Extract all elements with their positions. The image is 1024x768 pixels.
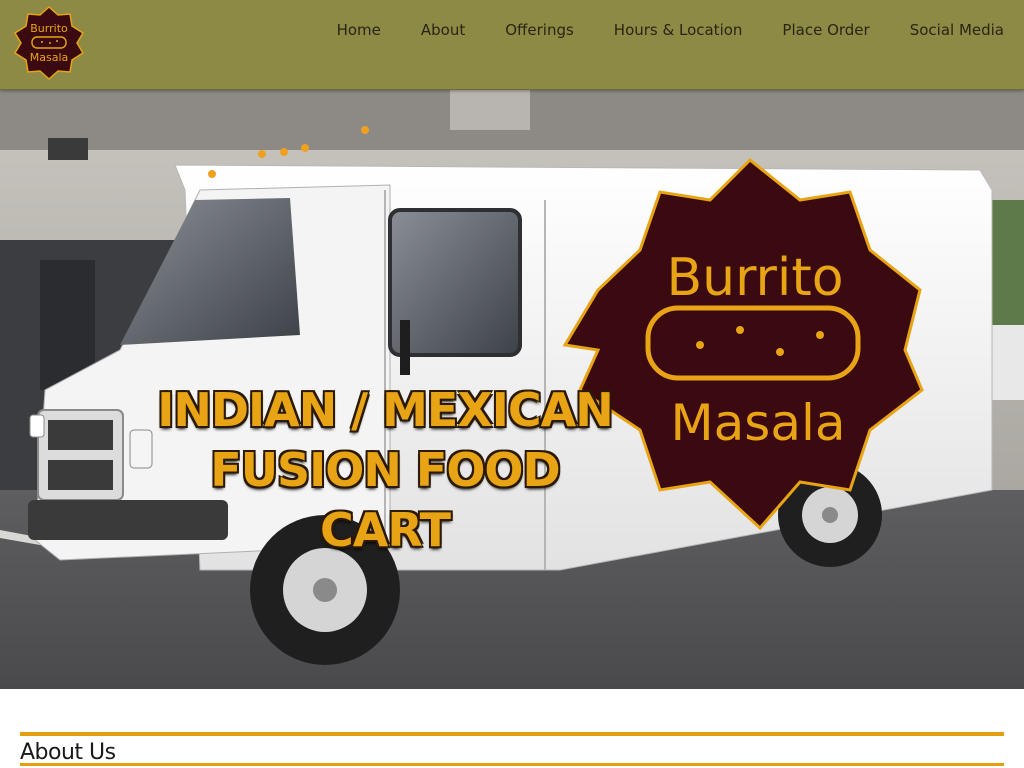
svg-text:Masala: Masala [30, 51, 69, 64]
nav-place-order[interactable]: Place Order [762, 21, 889, 39]
svg-text:Burrito: Burrito [666, 248, 843, 308]
top-navbar: Burrito Masala Home About Offerings Hour… [0, 0, 1024, 90]
hero-title: INDIAN / MEXICAN FUSION FOOD CART [150, 380, 620, 560]
about-heading: About Us [20, 736, 1004, 766]
nav-hours-location[interactable]: Hours & Location [594, 21, 763, 39]
nav-offerings[interactable]: Offerings [485, 21, 594, 39]
svg-text:Masala: Masala [671, 394, 846, 452]
hero-title-line2: FUSION FOOD CART [210, 443, 560, 557]
nav-about[interactable]: About [401, 21, 485, 39]
nav-social-media[interactable]: Social Media [890, 21, 1024, 39]
main-nav: Home About Offerings Hours & Location Pl… [317, 0, 1024, 60]
svg-text:Burrito: Burrito [30, 22, 68, 35]
about-section: About Us [20, 732, 1004, 766]
burrito-masala-logo[interactable]: Burrito Masala [12, 6, 86, 80]
hero-banner: Burrito Masala INDIAN / MEXICAN FUSION F… [0, 90, 1024, 689]
nav-home[interactable]: Home [317, 21, 401, 39]
hero-title-line1: INDIAN / MEXICAN [157, 383, 613, 437]
